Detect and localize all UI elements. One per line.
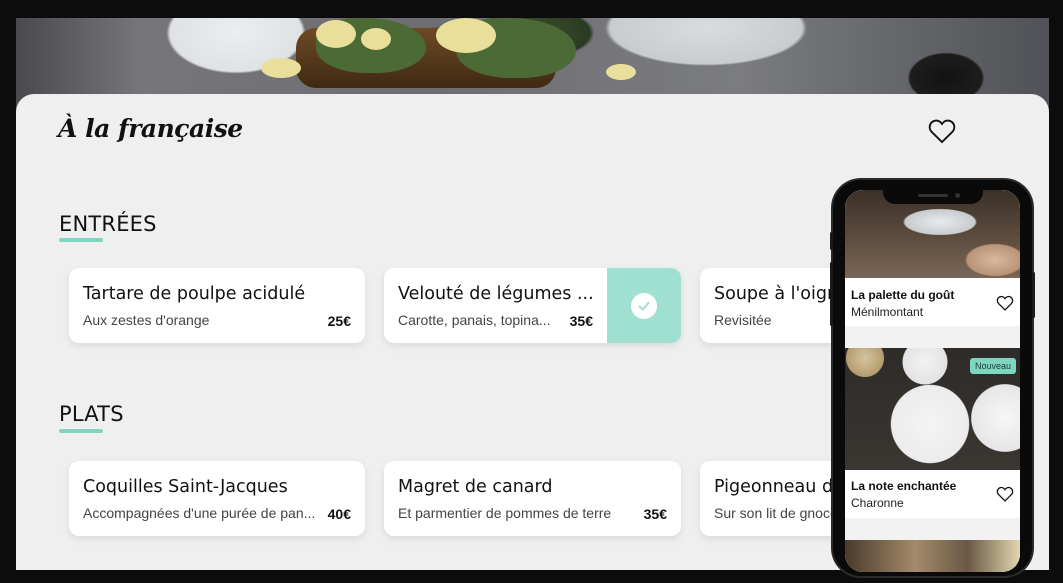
dish-card[interactable]: Coquilles Saint-Jacques Accompagnées d'u… [69, 461, 365, 536]
restaurant-area: Ménilmontant [851, 305, 924, 319]
section-title-plats: PLATS [59, 402, 124, 426]
dish-card[interactable]: Magret de canard Et parmentier de pommes… [384, 461, 681, 536]
dish-name: Tartare de poulpe acidulé [83, 284, 306, 304]
check-icon [631, 292, 657, 319]
selected-indicator[interactable] [607, 268, 681, 343]
dish-description: Carotte, panais, topina... [398, 312, 551, 328]
restaurant-photo [845, 540, 1020, 572]
dish-name: Magret de canard [398, 477, 553, 497]
restaurant-card[interactable]: Nouveau La note enchantée Charonne [845, 348, 1020, 518]
restaurant-card[interactable] [845, 540, 1020, 572]
new-badge: Nouveau [969, 358, 1016, 374]
heart-icon[interactable] [928, 118, 956, 144]
phone-screen: La palette du goût Ménilmontant Nouveau … [845, 190, 1020, 572]
restaurant-card[interactable]: La palette du goût Ménilmontant [845, 190, 1020, 326]
section-title-entrees: ENTRÉES [59, 212, 157, 236]
restaurant-area: Charonne [851, 496, 904, 510]
phone-mockup: La palette du goût Ménilmontant Nouveau … [830, 180, 1035, 576]
section-underline [59, 238, 103, 242]
dish-card-selected[interactable]: Velouté de légumes ... Carotte, panais, … [384, 268, 681, 343]
dish-description: Accompagnées d'une purée de pan... [83, 505, 316, 521]
dish-price: 25€ [327, 313, 351, 329]
dish-card[interactable]: Tartare de poulpe acidulé Aux zestes d'o… [69, 268, 365, 343]
brand-title: À la française [58, 114, 243, 143]
dish-price: 40€ [327, 506, 351, 522]
dish-price: 35€ [643, 506, 667, 522]
section-underline [59, 429, 103, 433]
dish-description: Aux zestes d'orange [83, 312, 210, 328]
dish-name: Coquilles Saint-Jacques [83, 477, 288, 497]
heart-icon[interactable] [996, 295, 1014, 311]
heart-icon[interactable] [996, 486, 1014, 502]
phone-notch [883, 190, 983, 204]
restaurant-name: La palette du goût [851, 288, 955, 302]
dish-description: Et parmentier de pommes de terre [398, 505, 612, 521]
dish-price: 35€ [569, 313, 593, 329]
restaurant-name: La note enchantée [851, 479, 957, 493]
dish-name: Velouté de légumes ... [398, 284, 594, 304]
